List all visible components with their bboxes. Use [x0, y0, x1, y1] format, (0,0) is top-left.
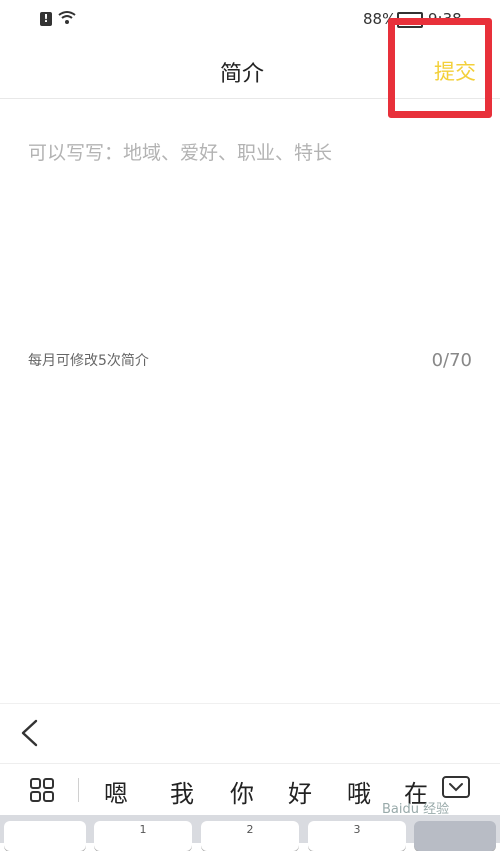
candidate-word[interactable]: 好	[288, 774, 312, 809]
alert-icon: !	[40, 12, 52, 26]
keyboard-key[interactable]	[4, 821, 86, 851]
keyboard-key[interactable]: 2	[201, 821, 299, 851]
chevron-left-icon[interactable]	[18, 718, 40, 748]
keyboard-key[interactable]: 3	[308, 821, 406, 851]
chevron-down-icon	[449, 783, 463, 792]
bio-input[interactable]	[28, 138, 472, 328]
keyboard-collapse-icon[interactable]	[442, 776, 470, 798]
keyboard-key[interactable]	[414, 821, 496, 851]
grid-menu-icon[interactable]	[30, 778, 54, 802]
candidate-word[interactable]: 你	[230, 774, 254, 809]
candidate-divider	[78, 778, 79, 802]
key-label: 3	[353, 823, 361, 836]
key-label: 1	[139, 823, 147, 836]
candidate-word[interactable]: 哦	[347, 774, 371, 809]
keyboard-keys: 1 2 3	[0, 815, 500, 851]
keyboard-toolbar	[0, 703, 500, 764]
highlight-annotation-box	[388, 18, 492, 118]
wifi-icon	[58, 11, 76, 24]
key-label: 2	[246, 823, 254, 836]
candidate-word[interactable]: 嗯	[104, 774, 128, 809]
candidate-word[interactable]: 我	[170, 774, 194, 809]
char-counter: 0/70	[431, 350, 472, 371]
edit-limit-note: 每月可修改5次简介	[28, 353, 149, 369]
keyboard-key[interactable]: 1	[94, 821, 192, 851]
